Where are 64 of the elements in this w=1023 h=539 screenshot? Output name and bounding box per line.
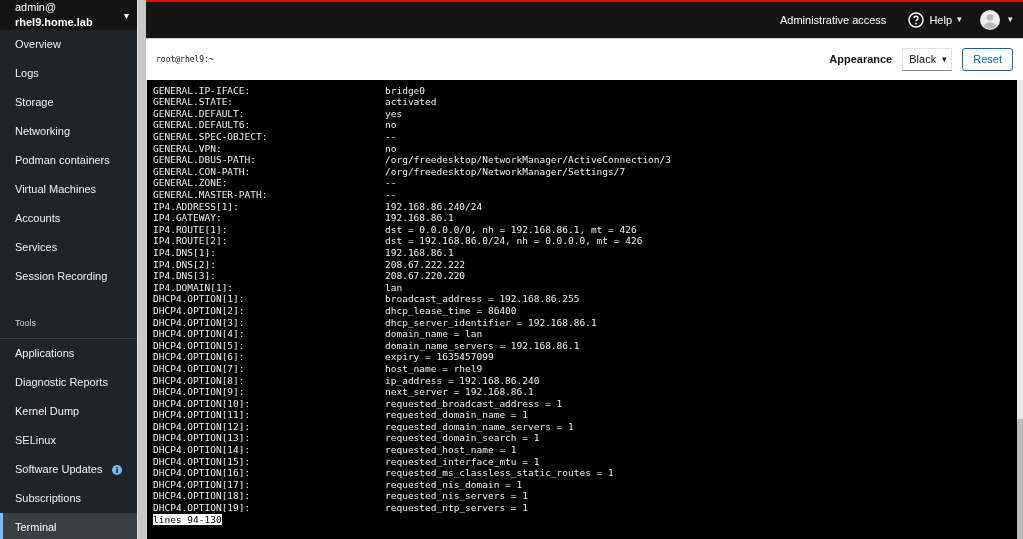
sidebar-item[interactable]: Applications [0,339,137,368]
terminal-value: requested_domain_name_servers = 1 [385,420,574,434]
terminal-value: next_server = 192.168.86.1 [385,386,534,400]
user-avatar-icon[interactable] [980,10,1000,30]
appearance-label: Appearance [829,52,893,68]
terminal-value: dhcp_server_identifier = 192.168.86.1 [385,316,597,330]
terminal-value: requested_nis_servers = 1 [385,490,528,504]
terminal-value: domain_name = lan [385,328,483,342]
terminal-value: requested_domain_name = 1 [385,409,528,423]
sidebar-item[interactable]: Virtual Machines [0,175,137,204]
sidebar-item[interactable]: Podman containers [0,146,137,175]
sidebar-item[interactable]: SELinux [0,426,137,455]
terminal-value: requested_ntp_servers = 1 [385,501,528,516]
sidebar-item[interactable]: Services [0,233,137,262]
terminal-value: -- [385,188,397,202]
terminal-key: DHCP4.OPTION[19]: [153,501,385,516]
host-user: admin@ [15,0,58,14]
terminal-value: ip_address = 192.168.86.240 [385,374,540,388]
sidebar-item[interactable]: Networking [0,117,137,146]
sidebar-item[interactable]: Session Recording [0,262,137,291]
terminal-value: 192.168.86.240/24 [385,199,483,214]
sidebar-item[interactable]: Kernel Dump [0,397,137,426]
sidebar-item[interactable]: Diagnostic Reports [0,368,137,397]
sidebar-item[interactable]: Terminal [0,513,137,539]
terminal-value: requested_host_name = 1 [385,443,517,458]
terminal-value: requested_domain_search = 1 [385,432,540,446]
section-heading: Tools [15,316,36,330]
help-menu[interactable]: Help ▾ [908,11,962,29]
user-menu-caret[interactable]: ▾ [1008,13,1013,27]
terminal-value: expiry = 1635457099 [385,351,494,365]
sidebar-item[interactable]: Subscriptions [0,484,137,513]
terminal-value: requested_interface_mtu = 1 [385,455,540,469]
terminal-value: requested_nis_domain = 1 [385,478,523,492]
sidebar-item[interactable]: Overview [0,30,137,59]
host-name: rhel9.home.lab [15,15,94,30]
terminal-value: broadcast_address = 192.168.86.255 [385,292,580,307]
host-menu-caret[interactable]: ▾ [124,7,129,23]
help-icon [908,12,925,28]
pager-status: lines 94-130 [153,514,222,526]
terminal-title: root@rhel9:~ [156,53,215,66]
reset-button[interactable]: Reset [962,48,1013,71]
terminal-value: dst = 192.168.86.0/24, nh = 0.0.0.0, mt = 426 [385,234,643,249]
sidebar-item[interactable]: Accounts [0,204,137,233]
terminal-value: bridge0 [385,83,426,98]
terminal-value: -- [385,177,397,191]
terminal-scrollbar[interactable] [1017,80,1023,539]
terminal-value: host_name = rhel9 [385,362,483,376]
terminal-key: GENERAL.IP-IFACE: [153,83,385,98]
terminal-value: no [385,119,397,133]
administrative-access-link[interactable]: Administrative access [780,11,887,29]
appearance-select[interactable]: Black ▾ [902,48,953,71]
terminal-value: requested_ms_classless_static_routes = 1 [385,467,614,481]
terminal-value: domain_name_servers = 192.168.86.1 [385,339,580,353]
terminal-value: requested_broadcast_address = 1 [385,397,563,411]
terminal-value: dhcp_lease_time = 86400 [385,304,517,318]
sidebar-scrollbar[interactable] [137,0,146,539]
terminal-value: /org/freedesktop/NetworkManager/ActiveConnection/3 [385,153,671,168]
sidebar-item[interactable]: Logs [0,59,137,88]
terminal-value: 192.168.86.1 [385,246,454,260]
terminal-value: 208.67.222.222 [385,257,466,272]
sidebar-item[interactable]: Storage [0,88,137,117]
sidebar-item[interactable]: Software Updates [0,455,137,484]
terminal-value: /org/freedesktop/NetworkManager/Settings/7 [385,165,626,179]
terminal-screen[interactable] [147,80,1017,539]
